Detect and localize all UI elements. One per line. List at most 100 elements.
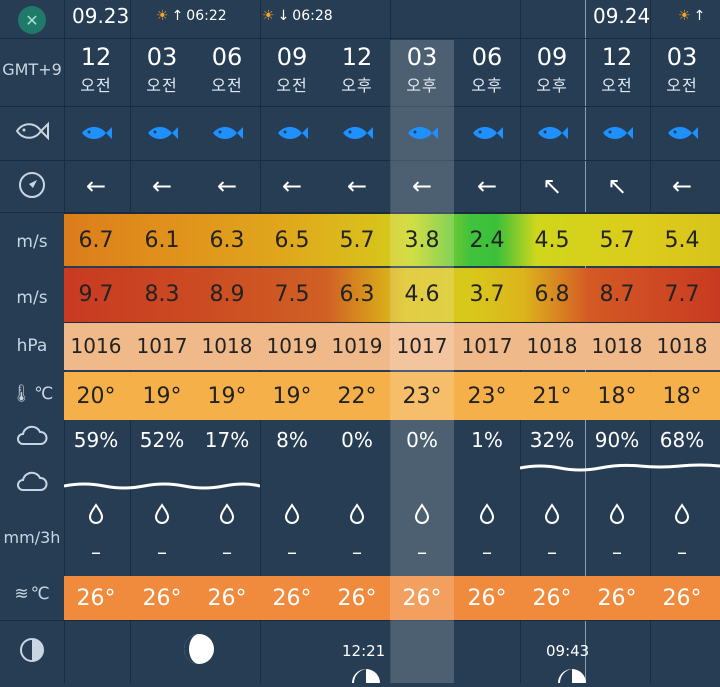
moonset-time-2: 09:43	[546, 642, 590, 660]
cloud-cover-icon	[0, 424, 64, 448]
hour-label: 03	[666, 43, 698, 71]
temperature-value: 19°	[142, 384, 182, 409]
wind-direction-arrow: ↖	[606, 172, 628, 200]
water-temp-value: 26°	[597, 586, 637, 611]
raindrop-icon	[520, 502, 584, 528]
gust-unit-label: m/s	[16, 288, 48, 308]
raindrop-icon	[130, 502, 194, 528]
hour-label: 03	[406, 43, 438, 71]
temp-unit: ℃	[34, 384, 54, 404]
forecast-column[interactable]: 12 오전 ← 6.7 9.7 1016 20° 59% – 26°	[64, 0, 128, 683]
wind-speed-value: 5.7	[599, 228, 635, 253]
wind-gust-value: 4.6	[404, 282, 440, 307]
fish-icon	[650, 122, 714, 148]
water-temp-value: 26°	[207, 586, 247, 611]
wind-gust-value: 6.8	[534, 282, 570, 307]
ampm-label: 오후	[471, 76, 503, 95]
wind-speed-value: 6.1	[144, 228, 180, 253]
wind-gust-value: 3.7	[469, 282, 505, 307]
precip-value: –	[157, 540, 167, 564]
forecast-column[interactable]: 03 오후 ← 3.8 4.6 1017 23° 0% – 26°	[390, 0, 454, 683]
wind-gust-value: 7.7	[664, 282, 700, 307]
moonrise-icon-1	[350, 662, 382, 687]
wind-speed-value: 6.3	[209, 228, 245, 253]
wind-speed-value: 5.4	[664, 228, 700, 253]
water-temp-value: 26°	[662, 586, 702, 611]
ampm-label: 오전	[80, 76, 112, 95]
raindrop-icon	[390, 502, 454, 528]
cloud-cover-value: 52%	[139, 428, 185, 452]
wind-speed-value: 6.7	[78, 228, 114, 253]
precip-value: –	[417, 540, 427, 564]
hour-label: 09	[276, 43, 308, 71]
temperature-value: 19°	[272, 384, 312, 409]
cloud-cover-value: 8%	[276, 428, 308, 452]
hour-label: 09	[536, 43, 568, 71]
wind-gust-value: 8.3	[144, 282, 180, 307]
wind-direction-arrow: ←	[216, 172, 238, 200]
cloud-cover-value: 90%	[594, 428, 640, 452]
forecast-column[interactable]: 09 오전 ← 6.5 7.5 1019 19° 8% – 26°	[260, 0, 324, 683]
timezone-label: GMT+9	[2, 60, 62, 79]
temp-label: 🌡 ℃	[0, 384, 64, 404]
temperature-value: 19°	[207, 384, 247, 409]
forecast-column[interactable]: 03 오전 ← 6.1 8.3 1017 19° 52% – 26°	[130, 0, 194, 683]
fish-row-icon	[0, 120, 64, 142]
ampm-label: 오후	[536, 76, 568, 95]
ampm-label: 오전	[211, 76, 243, 95]
cloud-cover-value: 17%	[204, 428, 250, 452]
forecast-column[interactable]: 09 오후 ↖ 4.5 6.8 1018 21° 32% – 26°	[520, 0, 584, 683]
wind-speed-value: 2.4	[469, 228, 505, 253]
fish-icon	[585, 122, 649, 148]
precip-value: –	[482, 540, 492, 564]
precip-cloud-icon	[0, 470, 64, 494]
raindrop-icon	[64, 502, 128, 528]
fish-icon	[325, 122, 389, 148]
forecast-column[interactable]: 03 오전 ← 5.4 7.7 1018 18° 68% – 26°	[650, 0, 714, 683]
ampm-label: 오전	[601, 76, 633, 95]
water-temp-value: 26°	[76, 586, 116, 611]
compass-icon	[0, 170, 64, 200]
pressure-value: 1018	[201, 334, 253, 358]
cloud-cover-value: 68%	[659, 428, 705, 452]
ampm-label: 오후	[406, 76, 438, 95]
hour-label: 12	[601, 43, 633, 71]
forecast-column[interactable]: 12 오후 ← 5.7 6.3 1019 22° 0% – 26°	[325, 0, 389, 683]
raindrop-icon	[325, 502, 389, 528]
water-temp-value: 26°	[337, 586, 377, 611]
water-temp-value: 26°	[402, 586, 442, 611]
pressure-value: 1019	[266, 334, 318, 358]
wind-direction-arrow: ←	[411, 172, 433, 200]
fish-icon	[130, 122, 194, 148]
pressure-value: 1018	[526, 334, 578, 358]
water-temp-value: 26°	[532, 586, 572, 611]
moonrise-time-1: 12:21	[342, 642, 386, 660]
wind-direction-arrow: ←	[85, 172, 107, 200]
hour-label: 06	[471, 43, 503, 71]
ampm-label: 오후	[341, 76, 373, 95]
forecast-column[interactable]: 06 오전 ← 6.3 8.9 1018 19° 17% – 26°	[195, 0, 259, 683]
fish-icon	[520, 122, 584, 148]
water-temp-value: 26°	[142, 586, 182, 611]
pressure-value: 1016	[70, 334, 122, 358]
raindrop-icon	[260, 502, 324, 528]
temperature-value: 18°	[662, 384, 702, 409]
pressure-unit-label: hPa	[16, 336, 48, 356]
wind-unit-label: m/s	[16, 232, 48, 252]
fish-icon	[455, 122, 519, 148]
ampm-label: 오전	[276, 76, 308, 95]
water-temp-unit: ℃	[30, 584, 50, 604]
cloud-cover-value: 0%	[341, 428, 373, 452]
waves-icon: ≋	[14, 584, 29, 604]
forecast-column[interactable]: 12 오전 ↖ 5.7 8.7 1018 18° 90% – 26°	[585, 0, 649, 683]
cloud-cover-value: 59%	[73, 428, 119, 452]
precip-value: –	[91, 540, 101, 564]
forecast-column[interactable]: 06 오후 ← 2.4 3.7 1017 23° 1% – 26°	[455, 0, 519, 683]
raindrop-icon	[585, 502, 649, 528]
pressure-value: 1017	[396, 334, 448, 358]
hour-label: 03	[146, 43, 178, 71]
raindrop-icon	[455, 502, 519, 528]
precip-unit-label: mm/3h	[3, 528, 61, 547]
wind-direction-arrow: ←	[346, 172, 368, 200]
close-button[interactable]: ✕	[18, 6, 46, 34]
